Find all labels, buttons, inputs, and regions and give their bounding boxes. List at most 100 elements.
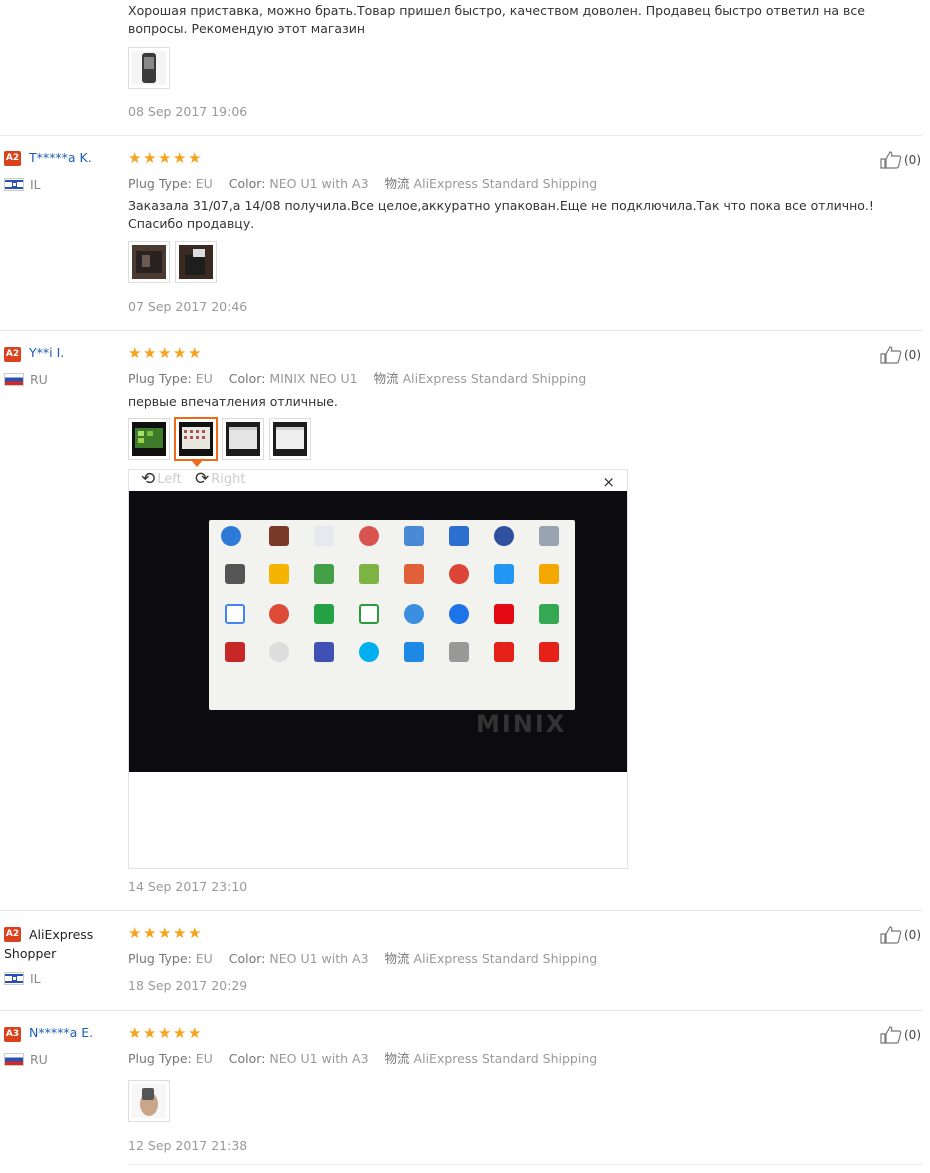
thumbs-up-icon — [880, 926, 902, 944]
order-info: Plug Type: EU Color: MINIX NEO U1 物流 Ali… — [128, 371, 587, 386]
star-icon: ★ — [158, 924, 172, 942]
tv-screen — [209, 520, 575, 710]
review-date: 14 Sep 2017 23:10 — [128, 879, 248, 894]
star-icon: ★ — [188, 924, 202, 942]
review-text: Заказала 31/07,а 14/08 получила.Все цело… — [128, 198, 874, 231]
star-icon: ★ — [188, 344, 202, 362]
review-date: 18 Sep 2017 20:29 — [128, 978, 248, 993]
enlarged-photo[interactable]: MINIX — [129, 491, 627, 772]
review-photo-thumbnail[interactable] — [222, 418, 264, 460]
review-photo-thumbnail[interactable] — [128, 1080, 170, 1122]
photo-image — [273, 422, 307, 456]
reviewer-country: IL — [4, 971, 41, 986]
helpful-count: (0) — [904, 153, 921, 167]
star-rating: ★ ★ ★ ★ ★ — [128, 344, 202, 362]
reviewer-country: IL — [4, 177, 41, 192]
divider — [0, 1010, 922, 1011]
helpful-count: (0) — [904, 348, 921, 362]
close-viewer-button[interactable]: × — [602, 473, 615, 491]
rotate-left-label: Left — [157, 472, 182, 487]
minix-logo: MINIX — [476, 710, 567, 738]
review-photo-thumbnail[interactable] — [128, 418, 170, 460]
order-info: Plug Type: EU Color: NEO U1 with A3 物流 A… — [128, 951, 598, 966]
divider — [0, 910, 922, 911]
helpful-count: (0) — [904, 928, 921, 942]
photo-image — [132, 422, 166, 456]
photo-image — [132, 1084, 166, 1118]
star-icon: ★ — [158, 344, 172, 362]
reviewer-country: RU — [4, 1052, 48, 1067]
star-icon: ★ — [143, 344, 157, 362]
star-icon: ★ — [128, 924, 142, 942]
rotate-right-icon: ⟳ — [195, 469, 210, 489]
review-photo-thumbnail[interactable] — [269, 418, 311, 460]
order-info: Plug Type: EU Color: NEO U1 with A3 物流 A… — [128, 1051, 598, 1066]
rotate-left-icon: ⟲ — [141, 469, 156, 489]
divider — [128, 1164, 922, 1165]
viewer-pointer — [191, 460, 203, 467]
star-icon: ★ — [143, 149, 157, 167]
country-code: IL — [30, 971, 41, 986]
rotate-left-button[interactable]: ⟲ Left — [141, 471, 182, 488]
review-photo-thumbnail[interactable] — [128, 47, 170, 89]
order-info: Plug Type: EU Color: NEO U1 with A3 物流 A… — [128, 176, 598, 191]
rotate-right-label: Right — [211, 472, 246, 487]
reviewer-country: RU — [4, 372, 48, 387]
reviewer-name[interactable]: T*****a K. — [29, 150, 92, 165]
star-rating: ★ ★ ★ ★ ★ — [128, 924, 202, 942]
thumbs-up-icon — [880, 346, 902, 364]
star-icon: ★ — [173, 149, 187, 167]
thumbs-up-icon — [880, 1026, 902, 1044]
photo-image — [226, 422, 260, 456]
star-icon: ★ — [173, 1024, 187, 1042]
photo-image — [132, 245, 166, 279]
review-date: 12 Sep 2017 21:38 — [128, 1138, 248, 1153]
country-code: IL — [30, 177, 41, 192]
country-code: RU — [30, 1052, 48, 1067]
country-code: RU — [30, 372, 48, 387]
review-date: 08 Sep 2017 19:06 — [128, 104, 248, 119]
review-photo-thumbnail[interactable] — [128, 241, 170, 283]
israel-flag-icon — [4, 178, 24, 191]
star-icon: ★ — [143, 1024, 157, 1042]
star-icon: ★ — [128, 1024, 142, 1042]
helpful-button[interactable]: (0) — [880, 926, 921, 944]
photo-image — [179, 245, 213, 279]
photo-image — [179, 422, 213, 456]
israel-flag-icon — [4, 972, 24, 985]
buyer-level-badge: A3 — [4, 1027, 21, 1042]
reviewer-name[interactable]: Y**i I. — [29, 345, 64, 360]
photo-image — [132, 51, 166, 85]
russia-flag-icon — [4, 373, 24, 386]
buyer-level-badge: A2 — [4, 347, 21, 362]
star-icon: ★ — [128, 344, 142, 362]
rotate-right-button[interactable]: ⟳ Right — [195, 471, 245, 488]
star-icon: ★ — [173, 344, 187, 362]
star-rating: ★ ★ ★ ★ ★ — [128, 1024, 202, 1042]
star-icon: ★ — [188, 1024, 202, 1042]
reviewer-name[interactable]: N*****a E. — [29, 1025, 93, 1040]
star-icon: ★ — [158, 1024, 172, 1042]
star-icon: ★ — [128, 149, 142, 167]
review-photo-thumbnail-selected[interactable] — [174, 417, 218, 461]
helpful-button[interactable]: (0) — [880, 346, 921, 364]
star-icon: ★ — [143, 924, 157, 942]
star-icon: ★ — [158, 149, 172, 167]
russia-flag-icon — [4, 1053, 24, 1066]
photo-viewer: ⟲ Left ⟳ Right × MINIX — [128, 469, 628, 869]
thumbs-up-icon — [880, 151, 902, 169]
reviewer-name[interactable]: AliExpress Shopper — [4, 925, 104, 963]
buyer-level-badge: A2 — [4, 151, 21, 166]
helpful-button[interactable]: (0) — [880, 1026, 921, 1044]
review-text: первые впечатления отличные. — [128, 394, 338, 409]
review-text: Хорошая приставка, можно брать.Товар при… — [128, 3, 865, 36]
star-rating: ★ ★ ★ ★ ★ — [128, 149, 202, 167]
review-photo-thumbnail[interactable] — [175, 241, 217, 283]
helpful-count: (0) — [904, 1028, 921, 1042]
helpful-button[interactable]: (0) — [880, 151, 921, 169]
star-icon: ★ — [188, 149, 202, 167]
star-icon: ★ — [173, 924, 187, 942]
viewer-toolbar: ⟲ Left ⟳ Right × — [129, 470, 627, 492]
review-date: 07 Sep 2017 20:46 — [128, 299, 248, 314]
divider — [0, 135, 922, 136]
